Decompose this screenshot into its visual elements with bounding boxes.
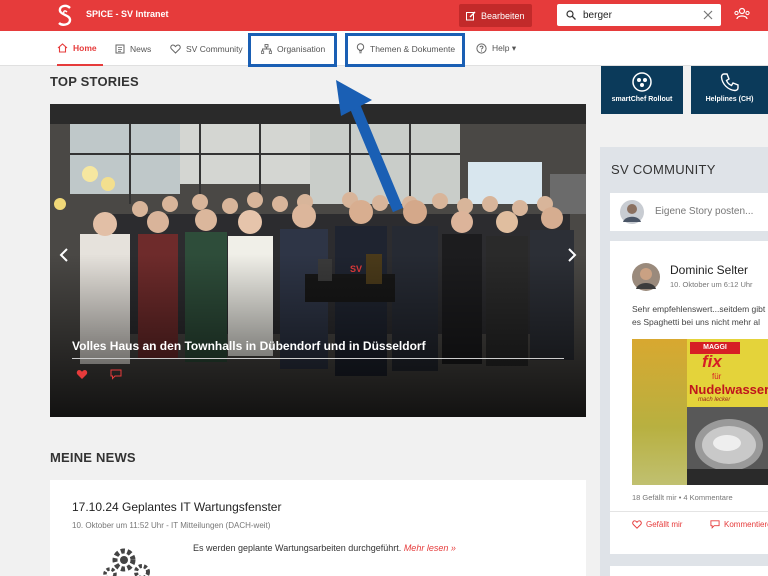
top-stories-title: TOP STORIES (50, 74, 139, 89)
new-story-box[interactable]: Eigene Story posten... (610, 193, 768, 231)
story-comment-icon[interactable] (110, 369, 122, 380)
news-title[interactable]: 17.10.24 Geplantes IT Wartungsfenster (72, 500, 281, 514)
news-text: Es werden geplante Wartungsarbeiten durc… (193, 543, 402, 553)
nav-news[interactable]: News (115, 31, 151, 66)
author-avatar[interactable] (632, 263, 660, 291)
post-text: Sehr empfehlenswert...seitdem gibt es Sp… (632, 304, 766, 327)
edit-button[interactable]: Bearbeiten (459, 4, 532, 27)
carousel-prev-icon[interactable] (58, 247, 70, 263)
image-fix: fix (702, 352, 722, 371)
image-lecker: mach lecker (698, 397, 731, 403)
comment-label: Kommentieren (724, 520, 768, 529)
home-icon (57, 42, 68, 53)
sv-community-panel: SV COMMUNITY Eigene Story posten... Domi… (600, 147, 768, 576)
nav-home-label: Home (73, 42, 97, 53)
heart-outline-icon (632, 520, 642, 529)
nav-help[interactable]: Help ▾ (476, 31, 516, 66)
gears-icon (103, 548, 150, 576)
post-divider (610, 511, 768, 512)
comments-count[interactable]: 4 Kommentare (683, 493, 732, 502)
nav-sv-community[interactable]: SV Community (170, 31, 243, 66)
search-icon (566, 10, 576, 20)
help-icon (476, 43, 487, 54)
heart-icon (170, 43, 181, 54)
news-card[interactable]: 17.10.24 Geplantes IT Wartungsfenster 10… (50, 480, 586, 576)
nav-home[interactable]: Home (57, 31, 103, 66)
comment-icon (710, 520, 720, 529)
edit-icon (466, 11, 476, 20)
post-author[interactable]: Dominic Selter (670, 263, 748, 277)
nav-sv-community-label: SV Community (186, 43, 243, 54)
news-meta: 10. Oktober um 11:52 Uhr - IT Mitteilung… (72, 521, 271, 530)
carousel-next-icon[interactable] (566, 247, 578, 263)
tile-helplines-label: Helplines (CH) (705, 96, 754, 103)
image-fuer: für (712, 372, 722, 381)
read-more-link[interactable]: Mehr lesen » (404, 543, 456, 553)
tile-smartchef[interactable]: smartChef Rollout (601, 66, 683, 114)
main-nav: Home News SV Community Organisation Them… (0, 31, 768, 67)
news-icon (115, 44, 125, 53)
caption-divider (72, 358, 564, 359)
comment-button[interactable]: Kommentieren (710, 520, 768, 529)
post-time: 10. Oktober um 6:12 Uhr (670, 280, 753, 289)
likes-count[interactable]: 18 Gefällt mir (632, 493, 677, 502)
clear-search-icon[interactable] (702, 9, 714, 21)
next-post-card (610, 566, 768, 576)
phone-icon (720, 73, 739, 92)
tile-helplines[interactable]: Helplines (CH) (691, 66, 768, 114)
spice-logo-icon[interactable] (56, 4, 74, 28)
community-post: Dominic Selter 10. Oktober um 6:12 Uhr S… (610, 241, 768, 554)
highlight-organisation (248, 33, 337, 67)
tile-smartchef-label: smartChef Rollout (611, 96, 673, 103)
post-image[interactable]: MAGGI fix für Nudelwasser mach lecker (632, 339, 768, 485)
meine-news-title: MEINE NEWS (50, 450, 136, 465)
top-story-carousel[interactable]: SV Volles Haus an den Townhalls in Düben… (50, 104, 586, 417)
edit-button-label: Bearbeiten (481, 10, 525, 21)
app-title[interactable]: SPICE - SV Intranet (86, 9, 169, 19)
pot-photo (687, 407, 768, 485)
post-stats: 18 Gefällt mir • 4 Kommentare (632, 493, 733, 502)
image-blur (632, 339, 687, 485)
highlight-themen-dokumente (345, 33, 465, 67)
avatar (620, 200, 644, 224)
search-input[interactable] (583, 9, 693, 21)
story-like-icon[interactable] (76, 369, 88, 380)
story-caption[interactable]: Volles Haus an den Townhalls in Dübendor… (72, 339, 426, 353)
nav-help-label: Help ▾ (492, 43, 517, 53)
group-photo: SV (50, 104, 586, 417)
user-network-icon[interactable] (734, 7, 750, 21)
new-story-placeholder[interactable]: Eigene Story posten... (655, 206, 753, 217)
top-bar: SPICE - SV Intranet Bearbeiten (0, 0, 768, 31)
chef-icon (632, 72, 652, 92)
community-title: SV COMMUNITY (611, 162, 716, 177)
search-box[interactable] (557, 4, 721, 26)
news-text-row: Es werden geplante Wartungsarbeiten durc… (193, 543, 456, 553)
like-label: Gefällt mir (646, 520, 683, 529)
image-nudelwasser: Nudelwasser (689, 382, 768, 397)
nav-news-label: News (130, 43, 152, 54)
like-button[interactable]: Gefällt mir (632, 520, 682, 529)
